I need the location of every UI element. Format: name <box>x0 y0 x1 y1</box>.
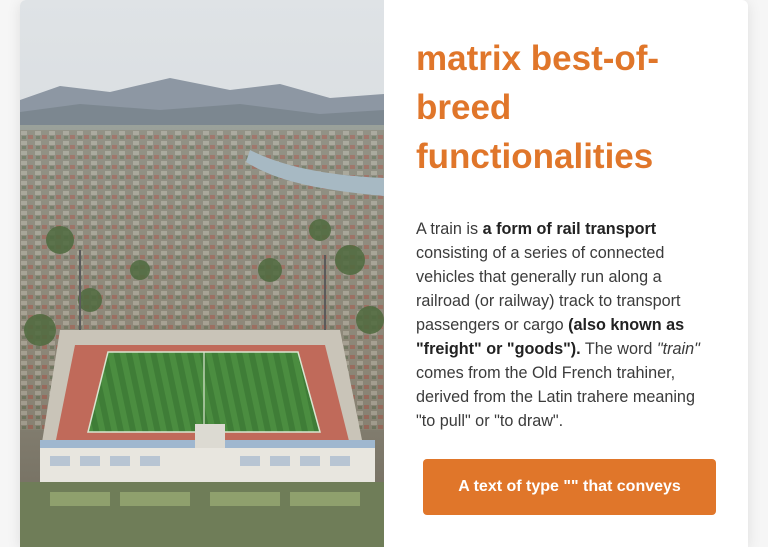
body-bold-1: a form of rail transport <box>482 220 657 238</box>
headline: matrix best-of-breed functionalities <box>416 39 660 176</box>
text-column: matrix best-of-breed functionalities A t… <box>416 0 716 433</box>
body-text-3: The word <box>580 340 657 358</box>
cta-button[interactable]: A text of type "" that conveys <box>423 459 716 515</box>
body-text-4: comes from the Old French trahiner, deri… <box>416 364 695 430</box>
hero-image <box>20 0 384 547</box>
body-italic-1: "train" <box>656 340 700 358</box>
stadium-aerial-photo <box>20 0 384 547</box>
body-paragraph: A train is a form of rail transport cons… <box>416 217 716 433</box>
content-card: matrix best-of-breed functionalities A t… <box>20 0 748 547</box>
body-text-1: A train is <box>416 220 483 238</box>
